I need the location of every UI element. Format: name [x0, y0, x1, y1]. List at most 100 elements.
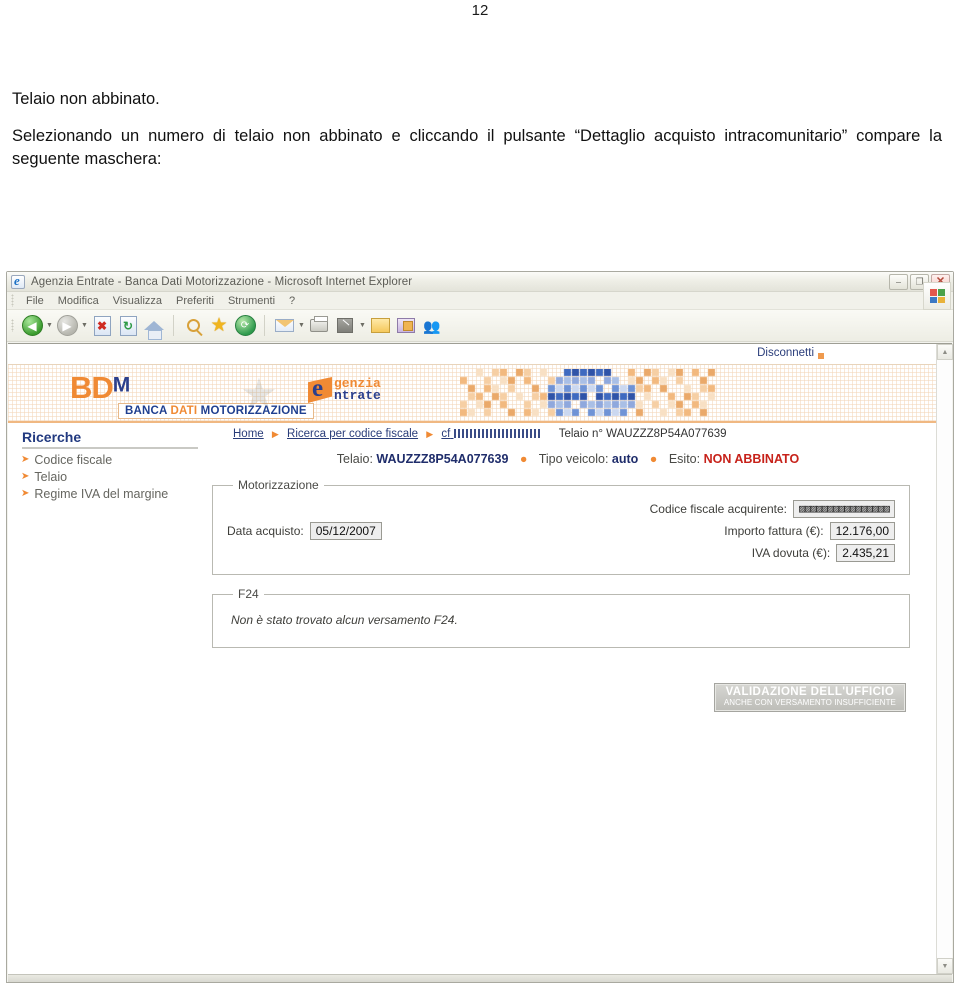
- scroll-up-button[interactable]: ▲: [937, 344, 953, 360]
- codice-fiscale-row: Codice fiscale acquirente: ▨▨▨▨▨▨▨▨▨▨▨▨▨…: [650, 500, 895, 518]
- action-bar: VALIDAZIONE DELL'UFFICIO ANCHE CON VERSA…: [208, 672, 928, 712]
- motorizzazione-legend: Motorizzazione: [238, 478, 319, 492]
- data-acquisto-row: Data acquisto: 05/12/2007: [227, 522, 382, 540]
- bullet-icon: ●: [519, 452, 528, 466]
- scroll-down-button[interactable]: ▼: [937, 958, 953, 974]
- importo-fattura-label: Importo fattura (€):: [724, 524, 824, 538]
- validazione-ufficio-button[interactable]: VALIDAZIONE DELL'UFFICIO ANCHE CON VERSA…: [713, 683, 906, 712]
- breadcrumb-separator-icon: ▶: [271, 429, 279, 439]
- windows-logo-badge: [923, 282, 951, 310]
- browser-toolbar: ◀ ▼ ▶ ▼ ✖ ↻ ★ ⟳ ▼ ▼ 👥: [7, 310, 953, 342]
- validazione-button-line-1: VALIDAZIONE DELL'UFFICIO: [725, 686, 895, 698]
- forward-dropdown-icon[interactable]: ▼: [80, 313, 89, 339]
- breadcrumb-home[interactable]: Home: [233, 428, 264, 440]
- browser-title: Agenzia Entrate - Banca Dati Motorizzazi…: [31, 275, 413, 288]
- menu-file[interactable]: File: [19, 294, 51, 308]
- breadcrumb-separator-icon: ▶: [426, 429, 434, 439]
- paragraph-1: Telaio non abbinato.: [12, 90, 160, 108]
- notes-button[interactable]: [367, 313, 393, 339]
- tipo-veicolo-label: Tipo veicolo:: [538, 452, 609, 466]
- document-body: Telaio non abbinato. Selezionando un num…: [12, 88, 942, 184]
- f24-message: Non è stato trovato alcun versamento F24…: [231, 613, 458, 627]
- menu-help[interactable]: ?: [282, 294, 302, 308]
- codice-fiscale-label: Codice fiscale acquirente:: [649, 502, 788, 516]
- menu-strumenti[interactable]: Strumenti: [221, 294, 282, 308]
- breadcrumb-ricerca[interactable]: Ricerca per codice fiscale: [287, 428, 418, 440]
- menu-visualizza[interactable]: Visualizza: [106, 294, 169, 308]
- sidebar-heading: Ricerche: [22, 429, 198, 449]
- bdm-logo-bd: BD: [70, 370, 114, 405]
- validazione-button-line-2: ANCHE CON VERSAMENTO INSUFFICIENTE: [723, 698, 896, 707]
- esito-value: NON ABBINATO: [703, 452, 800, 466]
- refresh-icon: ↻: [119, 315, 137, 336]
- motorizzazione-right: Codice fiscale acquirente: ▨▨▨▨▨▨▨▨▨▨▨▨▨…: [650, 500, 895, 562]
- motorizzazione-fieldset: Motorizzazione Data acquisto: 05/12/2007: [212, 478, 910, 575]
- messenger-button[interactable]: 👥: [419, 313, 445, 339]
- iva-dovuta-row: IVA dovuta (€): 2.435,21: [650, 544, 895, 562]
- forward-icon: ▶: [56, 315, 78, 336]
- data-acquisto-label: Data acquisto:: [227, 524, 304, 538]
- edit-button[interactable]: [332, 313, 358, 339]
- paragraph-2: Selezionando un numero di telaio non abb…: [12, 126, 942, 168]
- sidebar-item-telaio[interactable]: ➤ Telaio: [21, 470, 208, 484]
- codice-fiscale-value: ▨▨▨▨▨▨▨▨▨▨▨▨▨▨▨▨: [793, 500, 895, 518]
- breadcrumb: Home ▶ Ricerca per codice fiscale ▶ cf T…: [208, 424, 928, 442]
- importo-fattura-row: Importo fattura (€): 12.176,00: [650, 522, 895, 540]
- sidebar-item-regime-iva[interactable]: ➤ Regime IVA del margine: [21, 487, 208, 501]
- mail-icon: [274, 319, 294, 332]
- page-columns: Ricerche ➤ Codice fiscale ➤ Telaio ➤ Reg…: [8, 424, 936, 974]
- redacted-codice-fiscale: [453, 429, 540, 438]
- browser-viewport: Disconnetti BDM BANCA DATI MOTORIZZAZION…: [8, 343, 953, 974]
- messenger-icon: 👥: [423, 317, 441, 334]
- minimize-button[interactable]: –: [889, 274, 908, 290]
- vertical-scrollbar[interactable]: ▲ ▼: [936, 344, 953, 974]
- refresh-button[interactable]: ↻: [115, 313, 141, 339]
- vehicle-info-line: Telaio: WAUZZZ8P54A077639 ● Tipo veicolo…: [208, 452, 928, 466]
- browser-window: Agenzia Entrate - Banca Dati Motorizzazi…: [6, 271, 954, 983]
- mail-button[interactable]: [271, 313, 297, 339]
- favorites-button[interactable]: ★: [206, 313, 232, 339]
- main-column: Home ▶ Ricerca per codice fiscale ▶ cf T…: [208, 424, 928, 974]
- menu-modifica[interactable]: Modifica: [51, 294, 106, 308]
- bdm-logo-m: M: [112, 373, 131, 397]
- minimize-icon: –: [895, 276, 902, 287]
- data-acquisto-value: 05/12/2007: [309, 522, 382, 540]
- history-button[interactable]: ⟳: [232, 313, 258, 339]
- sidebar-item-label: Regime IVA del margine: [34, 487, 169, 501]
- print-icon: [310, 316, 328, 332]
- home-button[interactable]: [141, 313, 167, 340]
- f24-fieldset: F24 Non è stato trovato alcun versamento…: [212, 587, 910, 648]
- sidebar-item-codice-fiscale[interactable]: ➤ Codice fiscale: [21, 453, 208, 467]
- print-button[interactable]: [306, 313, 332, 339]
- telaio-label: Telaio:: [336, 452, 373, 466]
- page-number: 12: [471, 2, 489, 19]
- back-dropdown-icon[interactable]: ▼: [45, 313, 54, 339]
- history-icon: ⟳: [234, 315, 256, 336]
- toolbar-separator-2: [264, 315, 265, 336]
- stop-button[interactable]: ✖: [89, 313, 115, 339]
- document-page: 12 Telaio non abbinato. Selezionando un …: [0, 0, 960, 987]
- breadcrumb-cf[interactable]: cf: [441, 428, 540, 440]
- stop-icon: ✖: [93, 315, 111, 336]
- forward-button[interactable]: ▶: [54, 313, 80, 339]
- iva-dovuta-label: IVA dovuta (€):: [751, 546, 831, 560]
- back-button[interactable]: ◀: [19, 313, 45, 339]
- media-button[interactable]: [393, 313, 419, 339]
- browser-statusbar: [8, 974, 952, 982]
- bullet-icon: ●: [649, 452, 658, 466]
- windows-flag-icon: [929, 289, 945, 303]
- menubar-grip[interactable]: [11, 294, 14, 307]
- toolbar-grip[interactable]: [11, 319, 14, 332]
- mosaic-decoration: [460, 369, 718, 419]
- edit-dropdown-icon[interactable]: ▼: [358, 313, 367, 339]
- search-button[interactable]: [180, 313, 206, 339]
- menu-preferiti[interactable]: Preferiti: [169, 294, 221, 308]
- tipo-veicolo-value: auto: [611, 452, 639, 466]
- agenzia-entrate-logo: genzia ntrate: [308, 377, 381, 403]
- notes-icon: [370, 318, 390, 333]
- mail-dropdown-icon[interactable]: ▼: [297, 313, 306, 339]
- chevron-right-icon: ➤: [21, 454, 30, 465]
- sidebar: Ricerche ➤ Codice fiscale ➤ Telaio ➤ Reg…: [8, 424, 208, 504]
- site-banner: BDM BANCA DATI MOTORIZZAZIONE ★ genzia n…: [8, 365, 936, 423]
- disconnect-link[interactable]: Disconnetti: [757, 347, 814, 359]
